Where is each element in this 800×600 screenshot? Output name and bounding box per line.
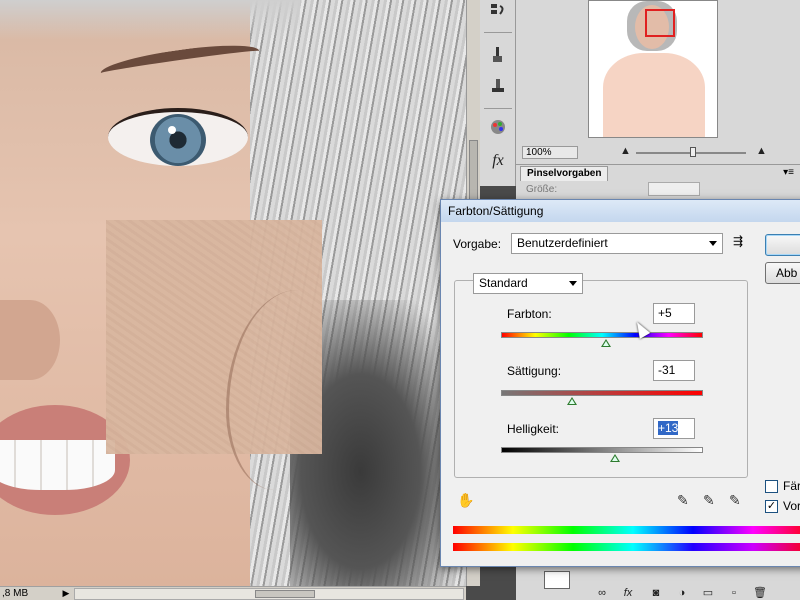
teeth (0, 440, 115, 490)
clone-source-icon[interactable] (486, 76, 510, 98)
lightness-label: Helligkeit: (507, 422, 560, 436)
new-group-icon[interactable]: ▭ (700, 586, 716, 600)
input-color-bar (453, 526, 800, 534)
status-menu-arrow-icon[interactable]: ▶ (60, 588, 72, 599)
eyebrow (99, 38, 261, 86)
hue-input[interactable]: +5 (653, 303, 695, 324)
navigator-zoom-field[interactable]: 100% (522, 146, 578, 159)
brush-presets-panel: Pinselvorgaben ▾≡ Größe: (516, 164, 800, 200)
lightness-value: +13 (658, 421, 679, 435)
canvas-horizontal-scroll-thumb[interactable] (255, 589, 315, 598)
skin-texture-patch[interactable] (106, 220, 322, 490)
eyedropper-icon[interactable]: ✎ (677, 492, 689, 509)
wrinkle-line (226, 290, 346, 490)
targeted-adjustment-icon[interactable]: ✋ (457, 492, 474, 509)
zoom-out-icon[interactable]: ▲ (620, 145, 631, 157)
brush-preset-icon[interactable] (486, 46, 510, 68)
canvas-horizontal-scrollbar[interactable] (74, 587, 464, 600)
chevron-down-icon (709, 241, 717, 246)
delete-layer-icon[interactable]: 🗑 (752, 586, 768, 600)
preset-select-value: Benutzerdefiniert (517, 236, 608, 250)
eyedropper-minus-icon[interactable]: ✎ (729, 492, 741, 509)
layer-style-icon[interactable]: fx (620, 586, 636, 600)
navigator-panel: 100% ▲ ▲ (516, 0, 800, 164)
status-bar: ,8 MB ▶ (0, 586, 466, 600)
tool-separator (484, 32, 512, 33)
chevron-down-icon (569, 281, 577, 286)
saturation-slider-thumb[interactable] (566, 397, 577, 405)
adjustment-layer-icon[interactable]: ◑ (674, 586, 690, 600)
hue-slider-track[interactable] (501, 332, 703, 338)
canvas-vertical-scroll-thumb[interactable] (469, 140, 478, 200)
cancel-button[interactable]: Abb (765, 262, 800, 284)
document-size: ,8 MB (2, 588, 29, 599)
navigator-zoom-knob[interactable] (690, 147, 696, 157)
eyedropper-plus-icon[interactable]: ✎ (703, 492, 715, 509)
hue-saturation-dialog: Farbton/Sättigung Vorgabe: Benutzerdefin… (440, 199, 800, 567)
layer-thumbnail[interactable] (544, 571, 570, 589)
iris (150, 114, 206, 166)
saturation-label: Sättigung: (507, 364, 562, 378)
panel-icon-strip: fx (480, 0, 516, 186)
panel-menu-icon[interactable]: ▾≡ (783, 167, 794, 178)
ok-button[interactable] (765, 234, 800, 256)
new-layer-icon[interactable]: ▫ (726, 586, 742, 600)
zoom-in-icon[interactable]: ▲ (756, 145, 767, 157)
image-canvas[interactable] (0, 0, 466, 586)
navigator-zoom-slider[interactable] (636, 147, 746, 157)
link-layers-icon[interactable]: ∞ (594, 586, 610, 600)
tool-separator (484, 108, 512, 109)
layers-panel-footer: ∞ fx ◙ ◑ ▭ ▫ 🗑 (516, 566, 800, 600)
history-icon[interactable] (486, 2, 510, 24)
colorize-label: Färb (783, 479, 800, 493)
channel-select-value: Standard (479, 276, 528, 290)
brush-size-field[interactable] (648, 182, 700, 196)
thumbnail-body (603, 53, 705, 137)
photoshop-window: ,8 MB ▶ fx 100% ▲ ▲ Pinselvorgaben ▾≡ Gr… (0, 0, 800, 600)
preset-label: Vorgabe: (453, 237, 502, 251)
colorize-checkbox[interactable] (765, 480, 778, 493)
dialog-title[interactable]: Farbton/Sättigung (441, 200, 800, 222)
styles-icon[interactable] (486, 118, 510, 140)
eye (108, 108, 248, 166)
nose (0, 300, 60, 380)
navigator-view-box[interactable] (645, 9, 675, 37)
saturation-value: -31 (658, 363, 676, 377)
hair-top-region (0, 0, 300, 40)
saturation-input[interactable]: -31 (653, 360, 695, 381)
fx-icon[interactable]: fx (486, 150, 510, 172)
preview-checkbox[interactable]: ✓ (765, 500, 778, 513)
hue-value: +5 (658, 306, 672, 320)
hue-slider-thumb[interactable] (601, 339, 612, 347)
channel-select[interactable]: Standard (473, 273, 583, 294)
hue-label: Farbton: (507, 307, 552, 321)
layer-mask-icon[interactable]: ◙ (648, 586, 664, 600)
saturation-slider-track[interactable] (501, 390, 703, 396)
lightness-slider-track[interactable] (501, 447, 703, 453)
lightness-slider-thumb[interactable] (610, 454, 621, 462)
tab-brush-presets[interactable]: Pinselvorgaben (520, 166, 609, 181)
preset-select[interactable]: Benutzerdefiniert (511, 233, 723, 254)
output-color-bar (453, 543, 800, 551)
preview-label: Vors (783, 499, 800, 513)
lightness-input[interactable]: +13 (653, 418, 695, 439)
preset-options-icon[interactable]: ⇶ (733, 234, 743, 248)
navigator-thumbnail[interactable] (588, 0, 718, 138)
eye-glint (168, 126, 176, 134)
brush-size-label: Größe: (526, 184, 558, 195)
